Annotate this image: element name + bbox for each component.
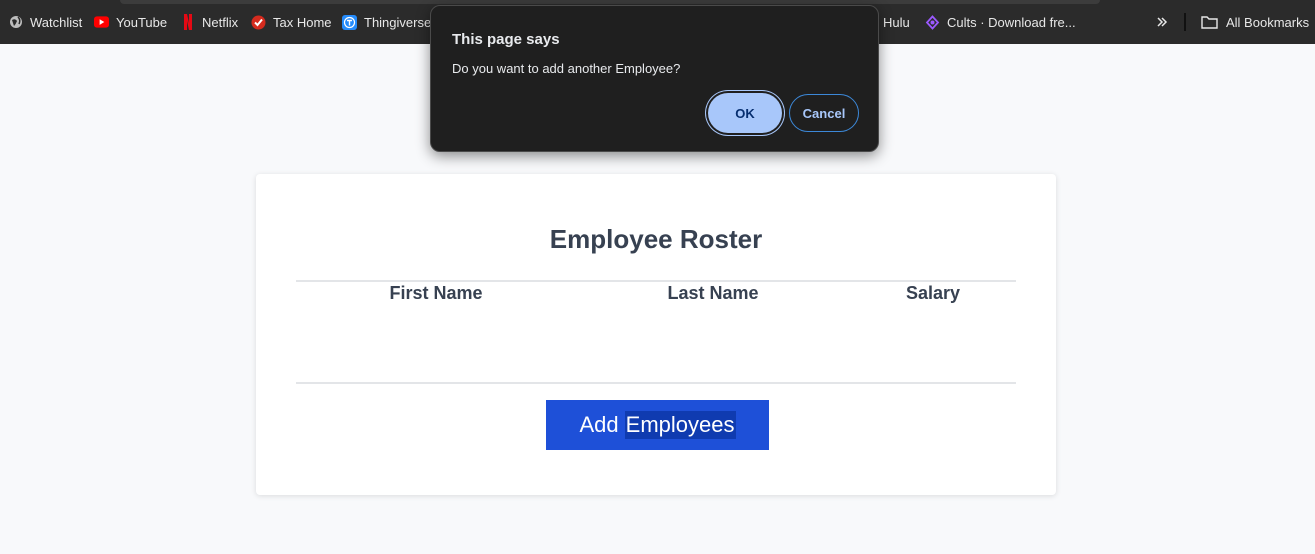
bookmarks-divider — [1184, 13, 1186, 31]
all-bookmarks-label: All Bookmarks — [1226, 14, 1310, 30]
globe-icon — [8, 15, 23, 30]
bookmark-netflix[interactable]: Netflix — [180, 13, 238, 31]
checkmark-icon — [251, 15, 266, 30]
bookmark-youtube[interactable]: YouTube — [94, 13, 167, 31]
ok-button[interactable]: OK — [708, 93, 782, 133]
page-title: Employee Roster — [549, 224, 763, 254]
column-header-last-name: Last Name — [667, 283, 759, 303]
table-top-divider — [296, 280, 1016, 282]
column-header-first-name: First Name — [389, 283, 483, 303]
bookmark-label: Thingiverse — [364, 14, 432, 30]
netflix-icon — [180, 14, 195, 30]
column-header-salary: Salary — [905, 283, 961, 303]
dialog-title: This page says — [452, 31, 560, 48]
thingiverse-icon — [342, 14, 357, 30]
all-bookmarks-button[interactable]: All Bookmarks — [1201, 13, 1309, 31]
add-employees-word-2: Employees — [624, 411, 736, 439]
dialog-message: Do you want to add another Employee? — [452, 61, 681, 76]
confirm-dialog: This page says Do you want to add anothe… — [430, 5, 879, 152]
bookmark-cults[interactable]: Cults · Download fre... — [925, 13, 1076, 31]
bookmark-label: YouTube — [116, 14, 168, 30]
bookmark-hulu[interactable]: Hulu — [883, 13, 910, 31]
folder-icon — [1201, 15, 1218, 30]
bookmark-label: Netflix — [202, 14, 239, 30]
tab-strip-edge — [120, 0, 1100, 4]
bookmark-label: Hulu — [883, 14, 910, 30]
chevron-double-right-icon — [1154, 15, 1169, 30]
cancel-button[interactable]: Cancel — [789, 94, 859, 132]
bookmark-thingiverse[interactable]: Thingiverse — [342, 13, 431, 31]
bookmark-label: Tax Home — [273, 14, 332, 30]
youtube-icon — [94, 15, 109, 30]
bookmark-label: Watchlist — [30, 14, 83, 30]
add-employees-word-1: Add — [579, 412, 619, 437]
bookmark-watchlist[interactable]: Watchlist — [8, 13, 82, 31]
cults-icon — [925, 14, 940, 30]
table-bottom-divider — [296, 382, 1016, 384]
bookmarks-overflow-button[interactable] — [1154, 13, 1169, 31]
employee-roster-card: Employee Roster First Name Last Name Sal… — [256, 174, 1056, 495]
bookmark-label: Cults · Download fre... — [947, 14, 1076, 30]
add-employees-button[interactable]: Add Employees — [546, 400, 769, 450]
bookmark-tax-home[interactable]: Tax Home — [251, 13, 332, 31]
